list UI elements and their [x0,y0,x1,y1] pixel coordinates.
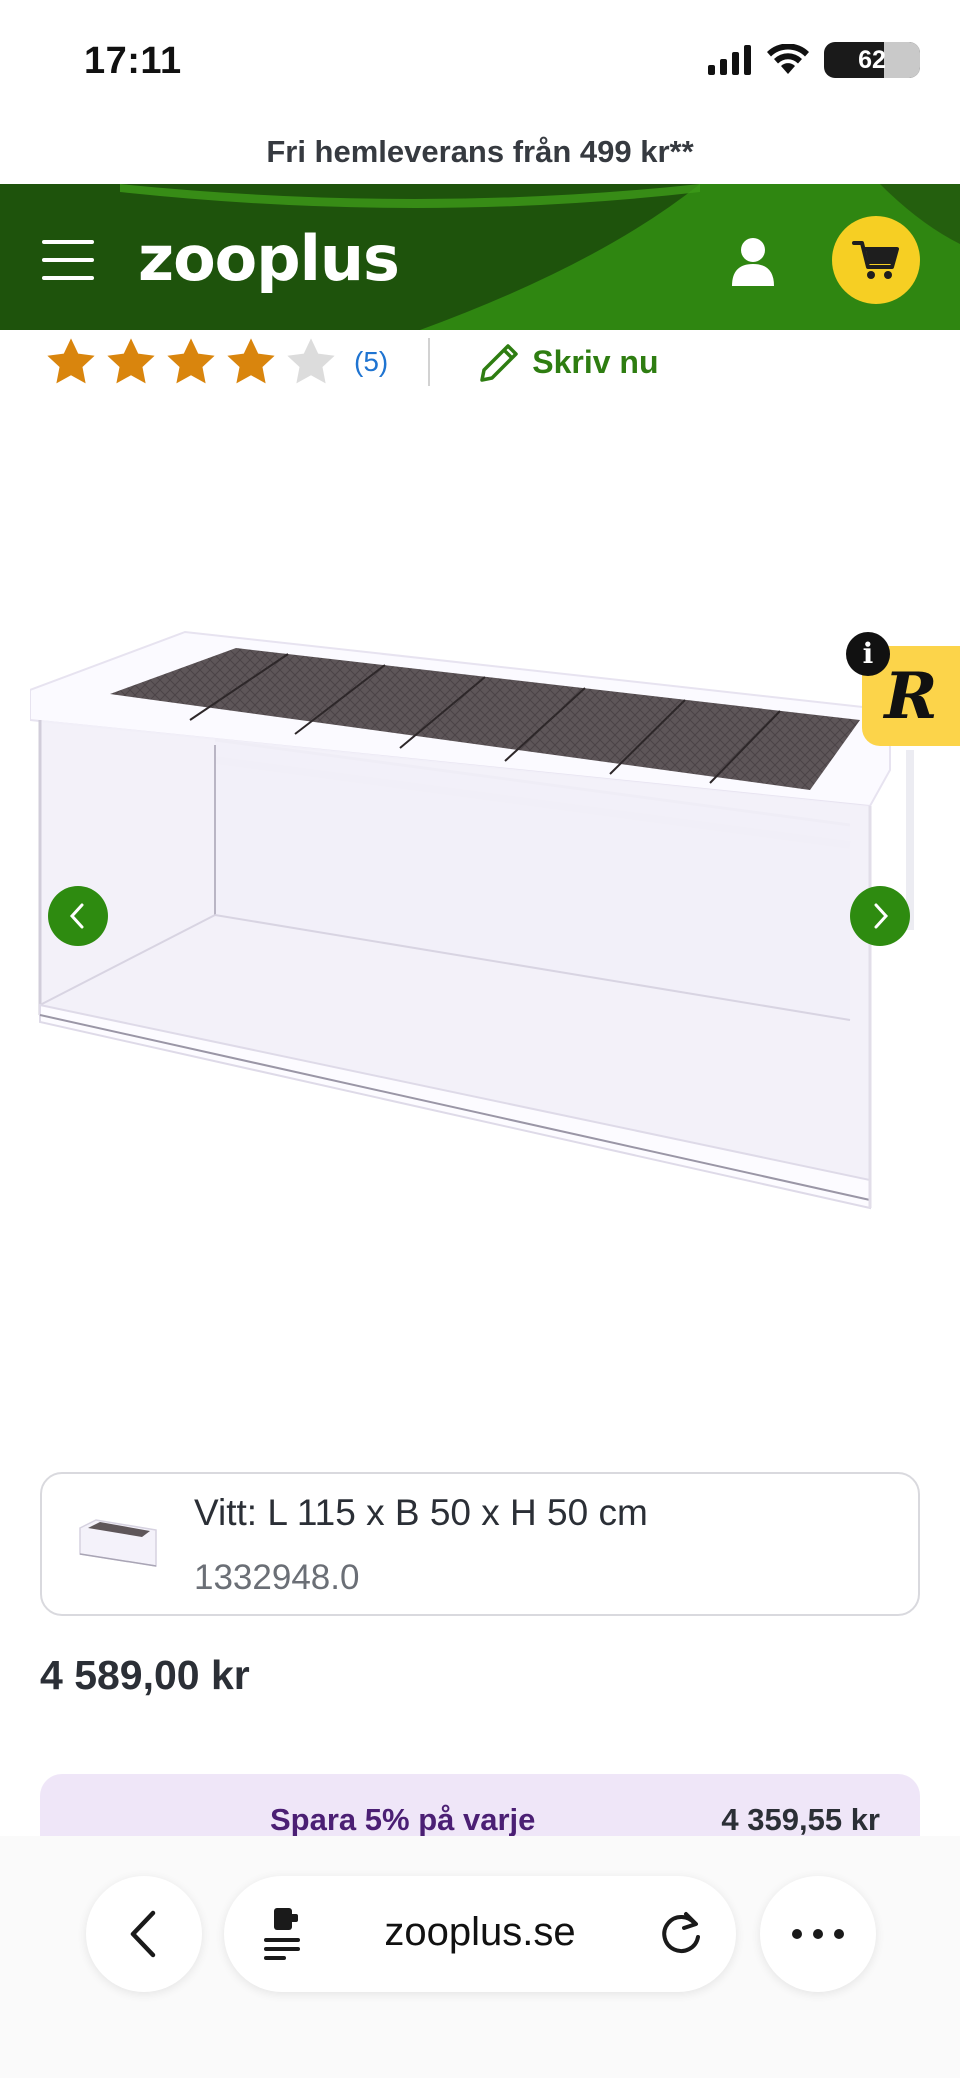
variant-selector[interactable]: Vitt: L 115 x B 50 x H 50 cm 1332948.0 [40,1472,920,1616]
repeat-order-saving-box[interactable]: Spara 5% på varje 4 359,55 kr [40,1774,920,1836]
user-icon [732,238,774,286]
star-icon-filled [107,338,155,384]
cart-icon [852,241,899,279]
free-delivery-banner[interactable]: Fri hemleverans från 499 kr** [0,120,960,184]
reload-icon[interactable] [656,1908,706,1958]
menu-button[interactable] [42,240,94,280]
star-icon-empty [287,338,335,384]
status-icons: 62 [708,42,920,78]
carousel-next-button[interactable] [850,886,910,946]
status-time: 17:11 [84,40,182,82]
product-image[interactable] [30,610,920,1230]
chevron-left-icon [130,1910,156,1958]
chevron-right-icon [874,903,889,929]
review-count-link[interactable]: (5) [354,346,388,378]
battery-level: 62 [858,46,886,74]
rating-row: (5) Skriv nu [44,330,944,394]
saving-price: 4 359,55 kr [721,1802,880,1836]
chevron-left-icon [69,903,84,929]
variant-article-number: 1332948.0 [194,1558,360,1597]
star-icon-filled [167,338,215,384]
star-rating [44,335,338,389]
address-bar[interactable]: zooplus.se [224,1876,736,1992]
variant-thumbnail [79,1519,157,1567]
info-icon[interactable]: i [846,632,890,676]
status-bar: 17:11 62 [0,0,960,120]
write-review-link[interactable]: Skriv nu [474,338,659,386]
star-icon-filled [47,338,95,384]
browser-back-button[interactable] [86,1876,202,1992]
wifi-icon [767,44,809,74]
account-button[interactable] [722,230,784,292]
browser-toolbar: zooplus.se [0,1836,960,2078]
write-review-label: Skriv nu [532,343,659,380]
star-icon-filled [227,338,275,384]
pencil-icon [480,344,518,382]
saving-label: Spara 5% på varje [270,1802,536,1836]
battery-indicator: 62 [824,42,920,78]
product-price: 4 589,00 kr [40,1652,250,1698]
ellipsis-icon [792,1929,844,1939]
more-options-button[interactable] [760,1876,876,1992]
reviews-widget-logo: R [884,658,938,734]
cellular-signal-icon [708,45,751,75]
cart-button[interactable] [832,216,920,304]
site-header: zooplus [0,184,960,330]
zooplus-logo[interactable]: zooplus [138,222,400,295]
carousel-previous-button[interactable] [48,886,108,946]
rating-divider [428,338,431,386]
variant-title: Vitt: L 115 x B 50 x H 50 cm [194,1492,648,1533]
